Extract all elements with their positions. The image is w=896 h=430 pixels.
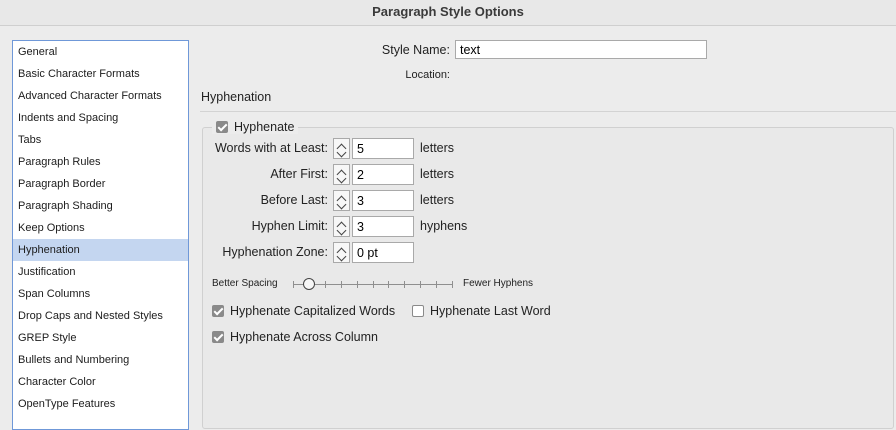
hyphen-limit-label: Hyphen Limit: [251,219,328,233]
words-at-least-unit: letters [420,141,455,155]
hyphenate-across-column-checkbox[interactable]: Hyphenate Across Column [212,330,378,344]
slider-tick [388,281,389,288]
style-name-input[interactable] [455,40,707,59]
section-title: Hyphenation [201,90,272,104]
hyphenate-checkbox[interactable]: Hyphenate [212,120,299,134]
sidebar-item-grep-style[interactable]: GREP Style [13,327,188,349]
category-list[interactable]: General Basic Character Formats Advanced… [12,40,189,430]
hyphenation-zone-stepper[interactable] [333,242,350,263]
after-first-input[interactable] [352,164,414,185]
slider-tick [404,281,405,288]
sidebar-item-paragraph-border[interactable]: Paragraph Border [13,173,188,195]
after-first-row: After First: letters [200,164,896,186]
sidebar-item-justification[interactable]: Justification [13,261,188,283]
hyphenation-zone-input[interactable] [352,242,414,263]
window-title: Paragraph Style Options [0,0,896,26]
better-spacing-label: Better Spacing [212,278,278,289]
hyphen-limit-input[interactable] [352,216,414,237]
sidebar-item-paragraph-rules[interactable]: Paragraph Rules [13,151,188,173]
hyphen-limit-stepper[interactable] [333,216,350,237]
sidebar-item-advanced-character-formats[interactable]: Advanced Character Formats [13,85,188,107]
slider-tick [341,281,342,288]
sidebar-item-opentype-features[interactable]: OpenType Features [13,393,188,415]
before-last-unit: letters [420,193,455,207]
checkbox-checked-icon[interactable] [212,305,224,317]
after-first-label: After First: [270,167,328,181]
before-last-label: Before Last: [260,193,328,207]
before-last-input[interactable] [352,190,414,211]
sidebar-item-indents-and-spacing[interactable]: Indents and Spacing [13,107,188,129]
slider-thumb[interactable] [303,278,315,290]
sidebar-item-keep-options[interactable]: Keep Options [13,217,188,239]
slider-tick [452,281,453,288]
words-at-least-label: Words with at Least: [214,141,328,155]
sidebar-item-character-color[interactable]: Character Color [13,371,188,393]
sidebar-item-paragraph-shading[interactable]: Paragraph Shading [13,195,188,217]
fewer-hyphens-label: Fewer Hyphens [463,278,534,289]
hyphenate-across-column-label: Hyphenate Across Column [230,330,378,344]
spacing-slider[interactable] [293,278,453,290]
sidebar-item-hyphenation[interactable]: Hyphenation [13,239,188,261]
hyphenate-capitalized-label: Hyphenate Capitalized Words [230,304,396,318]
words-at-least-row: Words with at Least: letters [200,138,896,160]
hyphen-limit-row: Hyphen Limit: hyphens [200,216,896,238]
hyphenate-last-word-label: Hyphenate Last Word [430,304,551,318]
slider-tick [420,281,421,288]
after-first-unit: letters [420,167,455,181]
slider-tick [357,281,358,288]
hyphenation-zone-label: Hyphenation Zone: [222,245,328,259]
slider-tick [436,281,437,288]
location-label: Location: [405,69,450,81]
hyphenation-panel: Style Name: Location: Hyphenation Hyphen… [200,30,896,429]
before-last-stepper[interactable] [333,190,350,211]
checkbox-unchecked-icon[interactable] [412,305,424,317]
before-last-row: Before Last: letters [200,190,896,212]
after-first-stepper[interactable] [333,164,350,185]
slider-tick [373,281,374,288]
sidebar-item-tabs[interactable]: Tabs [13,129,188,151]
sidebar-item-span-columns[interactable]: Span Columns [13,283,188,305]
style-name-label: Style Name: [381,43,450,57]
sidebar-item-general[interactable]: General [13,41,188,63]
sidebar-item-bullets-and-numbering[interactable]: Bullets and Numbering [13,349,188,371]
slider-tick [325,281,326,288]
spacing-slider-row: Better Spacing Fewer Hyphens [200,276,896,292]
sidebar-item-drop-caps[interactable]: Drop Caps and Nested Styles [13,305,188,327]
checkbox-checked-icon[interactable] [212,331,224,343]
checkbox-checked-icon[interactable] [216,121,228,133]
hyphenate-capitalized-checkbox[interactable]: Hyphenate Capitalized Words [212,304,395,318]
hyphenate-last-word-checkbox[interactable]: Hyphenate Last Word [412,304,551,318]
hyphenation-zone-row: Hyphenation Zone: [200,242,896,264]
slider-tick [293,281,294,288]
words-at-least-input[interactable] [352,138,414,159]
hyphen-limit-unit: hyphens [420,219,468,233]
hyphenate-label: Hyphenate [234,120,295,134]
section-divider [200,111,896,112]
words-at-least-stepper[interactable] [333,138,350,159]
sidebar-item-basic-character-formats[interactable]: Basic Character Formats [13,63,188,85]
